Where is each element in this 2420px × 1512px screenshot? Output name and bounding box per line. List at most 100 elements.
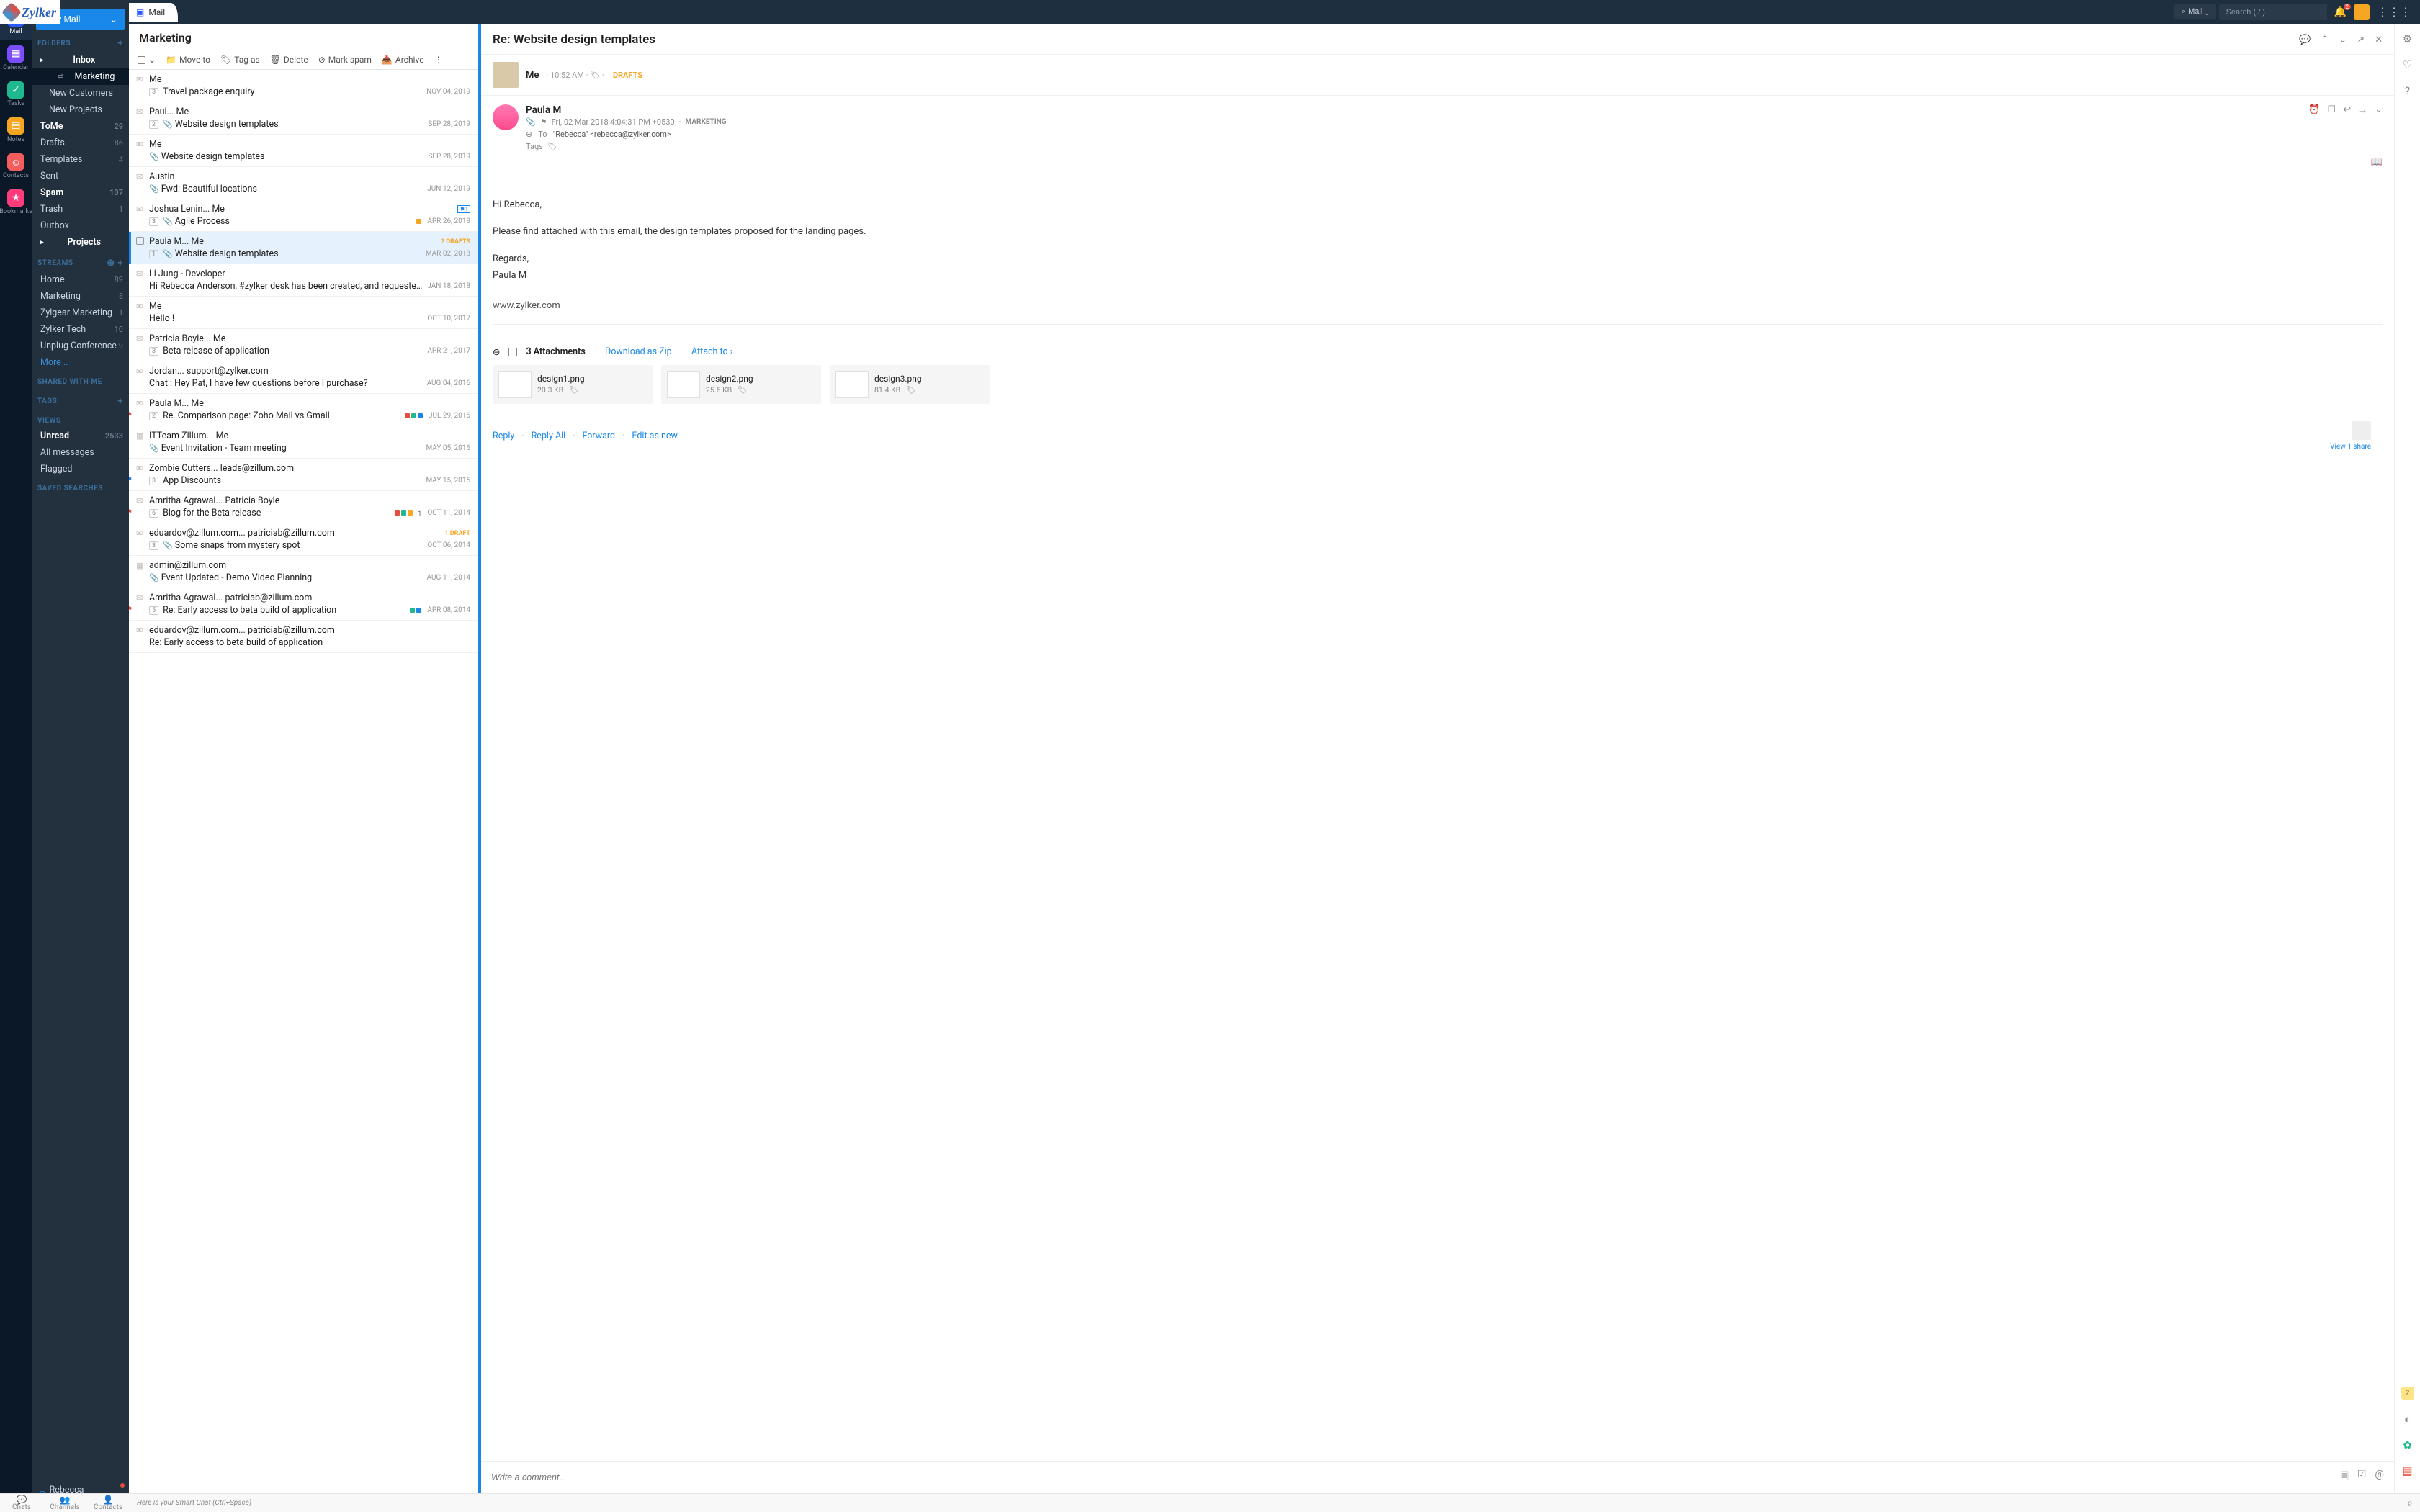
move-to-button[interactable]: 📁Move to xyxy=(166,55,210,65)
bottom-search-icon[interactable]: ⌕ xyxy=(2407,1498,2413,1509)
rail-contacts[interactable]: ☺Contacts xyxy=(0,148,32,184)
folder-sent[interactable]: Sent xyxy=(32,168,129,184)
conversation-row[interactable]: Paula M... Me2 DRAFTS1📎Website design te… xyxy=(129,232,478,264)
reminder-icon[interactable]: ⏰ xyxy=(2308,104,2320,139)
add-folder-icon[interactable]: + xyxy=(117,38,123,49)
folder-spam[interactable]: Spam107 xyxy=(32,184,129,201)
flag-icon[interactable]: ⚑ xyxy=(540,117,547,127)
conversation-row[interactable]: ✉Joshua Lenin... Me⚑13📎Agile ProcessAPR … xyxy=(129,199,478,232)
stream-unplug-conference[interactable]: Unplug Conference9 xyxy=(32,338,129,354)
conversation-row[interactable]: ✉Paul... Me2📎Website design templatesSEP… xyxy=(129,102,478,135)
conversation-row[interactable]: ✉eduardov@zillum.com... patriciab@zillum… xyxy=(129,523,478,556)
task-icon[interactable]: ☐ xyxy=(2328,104,2336,139)
notifications-button[interactable]: 🔔 2 xyxy=(2330,6,2351,18)
next-message-icon[interactable]: ⌄ xyxy=(2339,35,2347,45)
tag-as-button[interactable]: 🏷Tag as xyxy=(220,55,260,65)
rail-bookmarks[interactable]: ★Bookmarks xyxy=(0,184,32,220)
search-input[interactable] xyxy=(2219,4,2327,20)
bottom-channels[interactable]: 👥Channels xyxy=(43,1495,86,1511)
checkbox[interactable] xyxy=(136,237,144,245)
forward-link[interactable]: Forward xyxy=(582,431,615,441)
settings-icon[interactable]: ⚙ xyxy=(2403,32,2412,45)
comment-input[interactable] xyxy=(491,1472,2341,1482)
mention-icon[interactable]: @ xyxy=(2375,1469,2384,1486)
rail-tasks[interactable]: ✓Tasks xyxy=(0,76,32,112)
conversation-row[interactable]: ✉⚑Amritha Agrawal... Patricia Boyle6Blog… xyxy=(129,491,478,523)
conversation-row[interactable]: ✉Patricia Boyle... Me3Beta release of ap… xyxy=(129,329,478,361)
bottom-contacts[interactable]: 👤Contacts xyxy=(86,1495,130,1511)
widgets-icon[interactable]: ♡ xyxy=(2403,58,2412,71)
mark-spam-button[interactable]: ⊘Mark spam xyxy=(318,55,372,65)
stream-zylgear-marketing[interactable]: Zylgear Marketing1 xyxy=(32,305,129,321)
tag-icon[interactable]: 🏷 xyxy=(569,385,578,395)
tag-icon[interactable]: 🏷 xyxy=(906,385,915,395)
prev-message-icon[interactable]: ⌃ xyxy=(2321,35,2329,45)
rail-calendar[interactable]: ▦Calendar xyxy=(0,40,32,76)
conversation-row[interactable]: ▦admin@zillum.com📎Event Updated - Demo V… xyxy=(129,556,478,588)
more-icon[interactable]: ⌄ xyxy=(2375,104,2383,139)
integration-2-icon[interactable]: ✿ xyxy=(2403,1439,2412,1452)
popout-icon[interactable]: ↗ xyxy=(2357,35,2365,45)
add-stream-icon[interactable]: ⊕ + xyxy=(107,258,123,269)
stream-zylker-tech[interactable]: Zylker Tech10 xyxy=(32,321,129,338)
stream-chip[interactable]: MARKETING xyxy=(686,118,727,126)
folder-trash[interactable]: Trash1 xyxy=(32,201,129,217)
folder-new-projects[interactable]: New Projects xyxy=(32,102,129,118)
more-actions-button[interactable]: ⋮ xyxy=(434,55,443,65)
conversation-row[interactable]: ✉Li Jung - DeveloperHi Rebecca Anderson,… xyxy=(129,264,478,297)
view-unread[interactable]: Unread2533 xyxy=(32,428,129,444)
conversation-row[interactable]: ✉MeHello !OCT 10, 2017 xyxy=(129,297,478,329)
close-icon[interactable]: ✕ xyxy=(2375,35,2383,45)
integration-1-icon[interactable]: ◐ xyxy=(2404,1413,2411,1426)
folder-tome[interactable]: ToMe29 xyxy=(32,118,129,135)
streams-icon[interactable]: 💬 xyxy=(2299,35,2311,45)
reply-all-link[interactable]: Reply All xyxy=(532,431,566,441)
tab-mail[interactable]: ▣ Mail xyxy=(129,3,178,22)
attach-to-link[interactable]: Attach to › xyxy=(691,346,733,357)
draft-summary[interactable]: Me · 10:52 AM · 🏷 · DRAFTS xyxy=(481,55,2394,96)
select-all-attachments[interactable] xyxy=(508,348,517,356)
stream-marketing[interactable]: Marketing8 xyxy=(32,288,129,305)
view-flagged[interactable]: Flagged xyxy=(32,461,129,477)
view-shares-link[interactable]: View 1 share xyxy=(2330,443,2371,451)
archive-button[interactable]: 📥Archive xyxy=(382,55,424,65)
bottom-chats[interactable]: 💬Chats xyxy=(0,1495,43,1511)
add-tag-icon[interactable]: 🏷 xyxy=(547,142,557,151)
folder-inbox[interactable]: ▸Inbox xyxy=(32,52,129,68)
apps-grid-icon[interactable]: ⋮⋮⋮ xyxy=(2372,5,2416,19)
conversation-row[interactable]: ✉eduardov@zillum.com... patriciab@zillum… xyxy=(129,621,478,653)
stream-more-[interactable]: More .. xyxy=(32,354,129,371)
folder-marketing[interactable]: ⇄Marketing xyxy=(32,68,129,85)
conversation-row[interactable]: ✉⚑Paula M... Me2Re. Comparison page: Zoh… xyxy=(129,394,478,426)
search-scope-button[interactable]: ⌕ Mail ⌄ xyxy=(2174,4,2216,19)
reader-mode-icon[interactable]: 📖 xyxy=(2371,157,2383,168)
view-all-messages[interactable]: All messages xyxy=(32,444,129,461)
download-zip-link[interactable]: Download as Zip xyxy=(605,346,672,357)
add-tag-icon[interactable]: + xyxy=(117,396,123,407)
folder-drafts[interactable]: Drafts86 xyxy=(32,135,129,151)
conversation-row[interactable]: ✉⚑Zombie Cutters... leads@zillum.com3App… xyxy=(129,459,478,491)
conversation-row[interactable]: ✉⚑Amritha Agrawal... patriciab@zillum.co… xyxy=(129,588,478,621)
folder-templates[interactable]: Templates4 xyxy=(32,151,129,168)
tag-icon[interactable]: 🏷 xyxy=(738,385,747,395)
conversation-row[interactable]: ✉Jordan... support@zylker.comChat : Hey … xyxy=(129,361,478,394)
avatar[interactable] xyxy=(2354,4,2370,20)
activity-badge[interactable]: 2 xyxy=(2401,1387,2414,1400)
logo[interactable]: Zylker xyxy=(0,0,60,24)
folder-projects[interactable]: ▸Projects xyxy=(32,234,129,251)
stream-home[interactable]: Home89 xyxy=(32,271,129,288)
attachment-card[interactable]: design3.png81.4 KB 🏷 xyxy=(830,365,990,404)
rail-notes[interactable]: ▤Notes xyxy=(0,112,32,148)
folder-new-customers[interactable]: New Customers xyxy=(32,85,129,102)
delete-button[interactable]: 🗑Delete xyxy=(270,55,308,65)
integration-3-icon[interactable]: ▤ xyxy=(2402,1464,2412,1477)
forward-icon[interactable]: → xyxy=(2358,104,2367,139)
conversation-row[interactable]: ▦ITTeam Zillum... Me📎Event Invitation - … xyxy=(129,426,478,459)
collapse-attachments-icon[interactable]: ⊖ xyxy=(493,346,500,358)
insert-task-icon[interactable]: ☑ xyxy=(2357,1469,2367,1486)
folder-outbox[interactable]: Outbox xyxy=(32,217,129,234)
conversation-row[interactable]: ✉Me📎Website design templatesSEP 28, 2019 xyxy=(129,135,478,167)
conversation-row[interactable]: ✉Austin📎Fwd: Beautiful locationsJUN 12, … xyxy=(129,167,478,199)
reply-icon[interactable]: ↩ xyxy=(2343,104,2351,139)
expand-recipients-icon[interactable]: ⊖ xyxy=(526,130,532,139)
